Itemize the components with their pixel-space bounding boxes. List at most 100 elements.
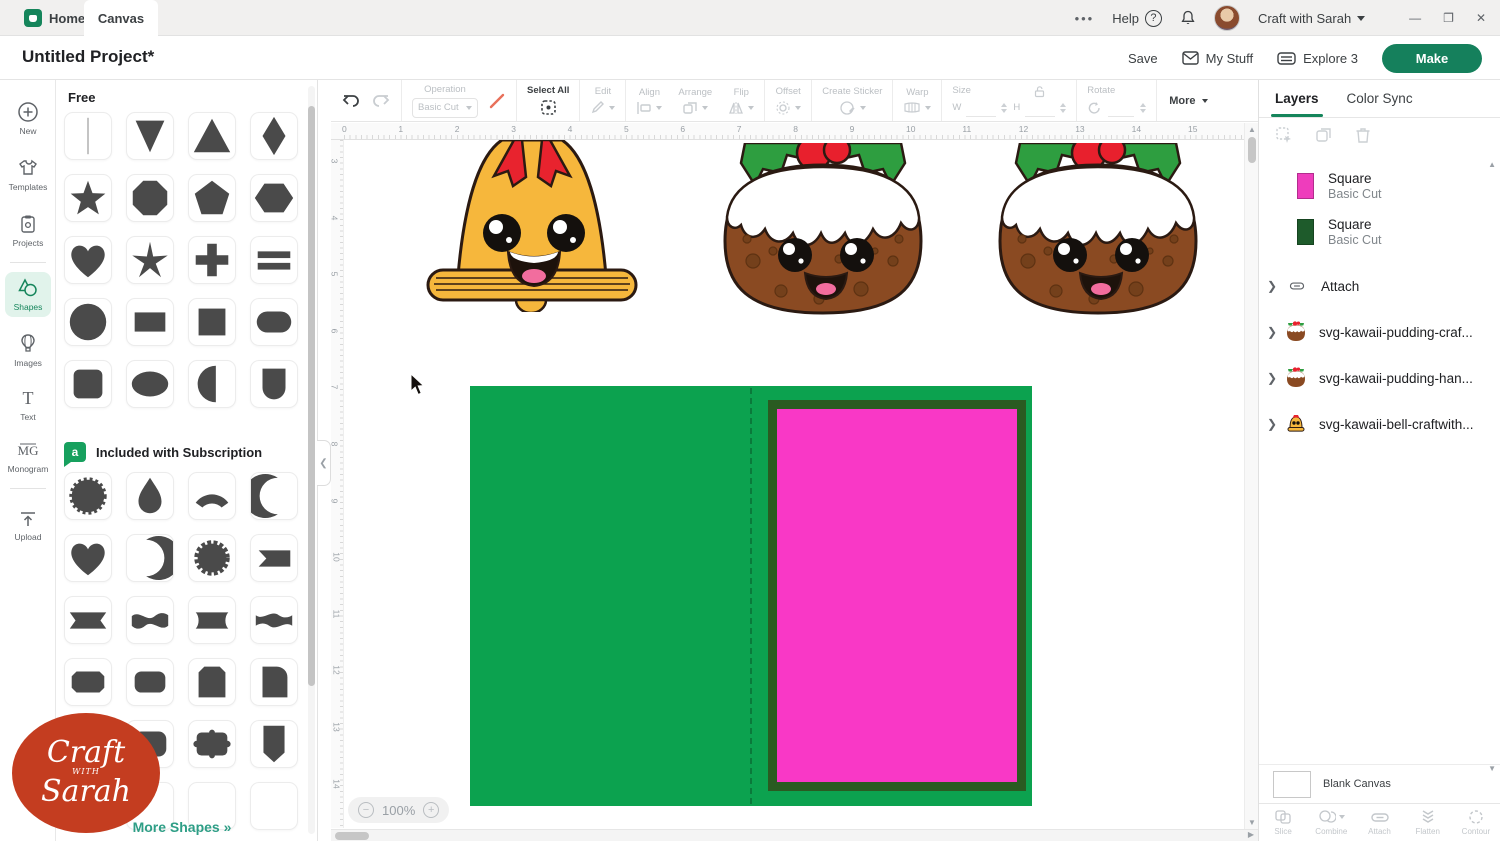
canvas-art-kawaii-pudding-1[interactable]: [715, 143, 931, 319]
shape-tile-banner-wave2[interactable]: [250, 596, 298, 644]
shape-tile-triangle-up[interactable]: [188, 112, 236, 160]
chevron-right-icon[interactable]: ❯: [1259, 279, 1285, 293]
sidebar-item-projects[interactable]: Projects: [5, 208, 51, 253]
tab-canvas[interactable]: Canvas: [84, 0, 158, 36]
shape-tile-seal-burst[interactable]: [64, 472, 112, 520]
layer-row-bell[interactable]: ❯ svg-kawaii-bell-craftwith...: [1259, 402, 1500, 446]
save-button[interactable]: Save: [1128, 51, 1158, 66]
shape-tile-half-circle[interactable]: [188, 360, 236, 408]
shape-tile-crescent-right[interactable]: [250, 472, 298, 520]
avatar[interactable]: [1214, 5, 1240, 31]
shape-tile-ellipse[interactable]: [126, 360, 174, 408]
window-close-button[interactable]: ✕: [1476, 11, 1486, 25]
zoom-in-button[interactable]: +: [423, 802, 439, 818]
shape-tile-hexagon[interactable]: [250, 174, 298, 222]
shape-tile-scallop-circle[interactable]: [188, 534, 236, 582]
shapes-panel-scroll-thumb[interactable]: [308, 106, 315, 686]
shape-tile-tag-clipped[interactable]: [188, 658, 236, 706]
shape-tile-arc[interactable]: [188, 472, 236, 520]
help-button[interactable]: Help ?: [1112, 10, 1162, 27]
my-stuff-button[interactable]: My Stuff: [1182, 51, 1253, 66]
zoom-control[interactable]: − 100% +: [348, 797, 449, 823]
sidebar-item-text[interactable]: T Text: [5, 382, 51, 427]
canvas-art-card-base[interactable]: [470, 386, 1032, 806]
shape-tile-vertical-line[interactable]: [64, 112, 112, 160]
window-minimize-button[interactable]: —: [1409, 11, 1421, 25]
layers-scroll-up-icon[interactable]: ▲: [1488, 160, 1496, 169]
canvas-vertical-scrollbar[interactable]: ▲ ▼: [1244, 123, 1258, 829]
window-maximize-button[interactable]: ❐: [1443, 11, 1454, 25]
explore-button[interactable]: Explore 3: [1277, 51, 1358, 66]
shape-tile-banner-wave[interactable]: [126, 596, 174, 644]
undo-icon[interactable]: [341, 92, 361, 110]
shape-tile-bracket-frame[interactable]: [188, 720, 236, 768]
chevron-right-icon[interactable]: ❯: [1259, 371, 1285, 385]
sidebar-label-templates: Templates: [9, 182, 48, 192]
shape-tile-bookmark[interactable]: [250, 720, 298, 768]
redo-icon[interactable]: [371, 92, 391, 110]
shape-tile-triangle-down[interactable]: [126, 112, 174, 160]
chevron-right-icon[interactable]: ❯: [1259, 325, 1285, 339]
sidebar-item-shapes[interactable]: Shapes: [5, 272, 51, 317]
shape-tile-pentagon[interactable]: [188, 174, 236, 222]
scroll-down-arrow-icon[interactable]: ▼: [1248, 818, 1256, 827]
shape-tile-diamond[interactable]: [250, 112, 298, 160]
shape-tile-arch[interactable]: [250, 360, 298, 408]
shape-tile-ticket-clipped[interactable]: [64, 658, 112, 706]
shape-tile-equals[interactable]: [250, 236, 298, 284]
more-menu-button[interactable]: More: [1157, 80, 1219, 121]
scroll-right-arrow-icon[interactable]: ▶: [1248, 830, 1254, 839]
layer-row-square-pink[interactable]: Square Basic Cut: [1259, 164, 1500, 208]
shapes-panel-scrollbar[interactable]: [308, 86, 315, 834]
tab-color-sync[interactable]: Color Sync: [1347, 91, 1413, 106]
notifications-bell-icon[interactable]: [1180, 10, 1196, 26]
layer-row-pudding-1[interactable]: ❯ svg-kawaii-pudding-craf...: [1259, 310, 1500, 354]
chevron-right-icon[interactable]: ❯: [1259, 417, 1285, 431]
shape-tile-star[interactable]: [64, 174, 112, 222]
shape-tile-heart[interactable]: [64, 534, 112, 582]
zoom-out-button[interactable]: −: [358, 802, 374, 818]
account-menu[interactable]: Craft with Sarah: [1258, 11, 1365, 26]
material-color-icon[interactable]: [488, 92, 506, 110]
sidebar-item-templates[interactable]: Templates: [5, 152, 51, 197]
sidebar-item-images[interactable]: Images: [5, 328, 51, 373]
scroll-up-arrow-icon[interactable]: ▲: [1248, 125, 1256, 134]
panel-collapse-button[interactable]: ❮: [317, 440, 331, 486]
canvas-art-kawaii-bell[interactable]: [420, 140, 642, 312]
shape-tile-square[interactable]: [188, 298, 236, 346]
shape-tile-plus[interactable]: [188, 236, 236, 284]
horizontal-scroll-thumb[interactable]: [335, 832, 369, 840]
shape-tile-stadium[interactable]: [250, 298, 298, 346]
canvas-art-kawaii-pudding-2[interactable]: [990, 143, 1206, 319]
shape-tile-rounded-square[interactable]: [64, 360, 112, 408]
canvas-art-card-mat[interactable]: [768, 400, 1026, 791]
shape-tile-crescent-left[interactable]: [126, 534, 174, 582]
shape-tile-teardrop[interactable]: [126, 472, 174, 520]
shape-tile-star-thin[interactable]: [126, 236, 174, 284]
operation-select[interactable]: Basic Cut: [412, 98, 478, 118]
shape-tile-ticket-rounded[interactable]: [126, 658, 174, 706]
sidebar-item-new[interactable]: New: [5, 96, 51, 141]
shape-tile-tag-rounded[interactable]: [250, 658, 298, 706]
tab-layers[interactable]: Layers: [1275, 91, 1319, 106]
shape-tile-pennant[interactable]: [250, 534, 298, 582]
layer-row-attach-group[interactable]: ❯ Attach: [1259, 264, 1500, 308]
canvas-horizontal-scrollbar[interactable]: ▶: [331, 829, 1258, 841]
shape-tile-heart[interactable]: [64, 236, 112, 284]
select-all-button[interactable]: Select All: [527, 85, 569, 116]
shape-tile-banner-notch[interactable]: [64, 596, 112, 644]
layer-row-square-green[interactable]: Square Basic Cut: [1259, 210, 1500, 254]
overflow-menu-icon[interactable]: •••: [1075, 11, 1095, 26]
canvas-art-card-insert[interactable]: [777, 409, 1017, 782]
shape-tile-circle[interactable]: [64, 298, 112, 346]
sidebar-item-upload[interactable]: Upload: [5, 502, 51, 547]
make-button[interactable]: Make: [1382, 44, 1482, 73]
design-canvas[interactable]: [344, 140, 1244, 828]
sidebar-item-monogram[interactable]: MG Monogram: [5, 434, 51, 479]
blank-canvas-row[interactable]: Blank Canvas: [1259, 764, 1500, 803]
vertical-scroll-thumb[interactable]: [1248, 137, 1256, 163]
shape-tile-banner-concave[interactable]: [188, 596, 236, 644]
shape-tile-rectangle[interactable]: [126, 298, 174, 346]
layer-row-pudding-2[interactable]: ❯ svg-kawaii-pudding-han...: [1259, 356, 1500, 400]
shape-tile-octagon[interactable]: [126, 174, 174, 222]
